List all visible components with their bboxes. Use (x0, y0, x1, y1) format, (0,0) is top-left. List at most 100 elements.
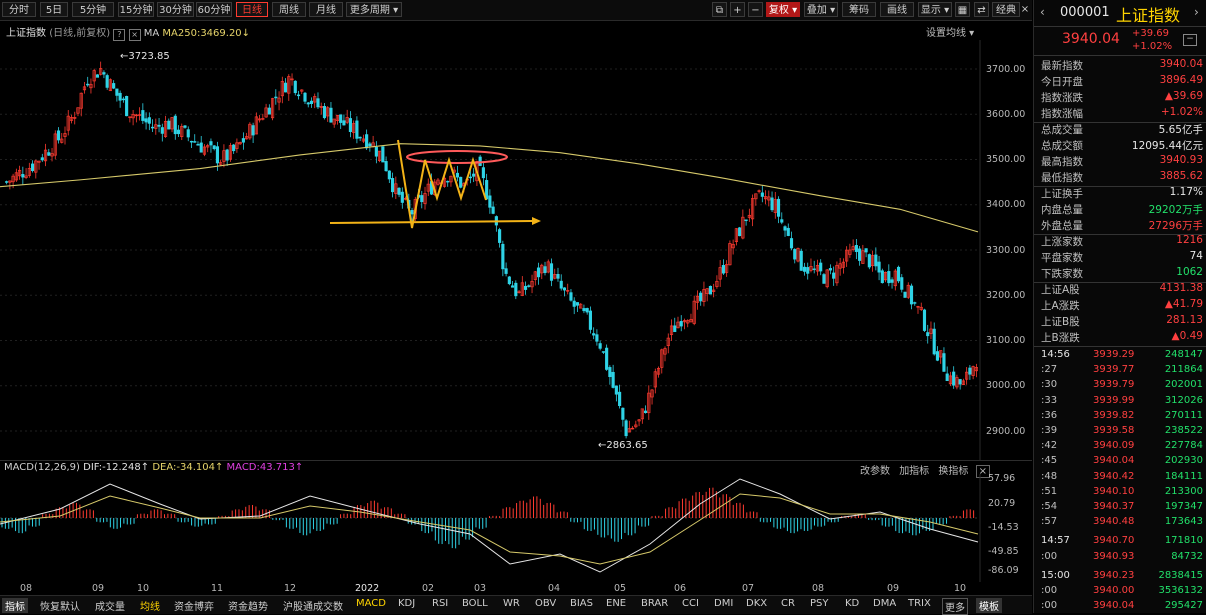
stat-value: 29202万手 (1148, 204, 1203, 216)
candle-body (880, 270, 884, 284)
tick-time: :42 (1041, 440, 1058, 452)
candle-body (896, 266, 901, 282)
candle-body (95, 74, 100, 78)
period-weekly-button[interactable]: 周线 (272, 2, 306, 17)
candlestick-chart[interactable] (0, 40, 1032, 460)
candle-body (147, 117, 151, 124)
tab-cci[interactable]: CCI (682, 598, 699, 609)
period-30min-button[interactable]: 30分钟 (157, 2, 194, 17)
stat-label: 今日开盘 (1041, 76, 1083, 88)
candle-body (400, 191, 404, 203)
candle-body (115, 88, 119, 96)
tab-template[interactable]: 模板 (976, 598, 1002, 613)
display-dropdown[interactable]: 显示 ▾ (918, 2, 952, 17)
tab-kdj[interactable]: KDJ (398, 598, 415, 609)
tab-more[interactable]: 更多 (942, 598, 968, 615)
candle-body (151, 126, 155, 129)
stat-value: ▲0.49 (1171, 330, 1203, 342)
tick-row: :30 3939.79 202001 (1041, 379, 1203, 394)
set-ma-dropdown[interactable]: 设置均线 ▾ (926, 24, 974, 39)
prev-index-icon[interactable]: ‹ (1040, 5, 1045, 19)
tick-time: :54 (1041, 501, 1058, 512)
layout-icon[interactable]: ▦ (955, 2, 970, 17)
tick-price: 3940.23 (1093, 569, 1135, 581)
period-5day-button[interactable]: 5日 (40, 2, 68, 17)
panel-divider (1034, 26, 1206, 27)
tab-dkx[interactable]: DKX (746, 598, 767, 609)
tab-ene[interactable]: ENE (606, 598, 626, 609)
tab-indicator[interactable]: 指标 (2, 598, 28, 613)
period-monthly-button[interactable]: 月线 (309, 2, 343, 17)
index-name-label: 上证指数 (6, 28, 46, 39)
candle-body (598, 343, 602, 349)
classic-view-button[interactable]: 经典 (992, 2, 1020, 17)
tab-dmi[interactable]: DMI (714, 598, 733, 609)
candle-body (420, 195, 424, 203)
candle-body (40, 157, 44, 161)
tab-boll[interactable]: BOLL (462, 598, 488, 609)
support-arrow-head (532, 217, 541, 225)
candle-body (309, 100, 314, 104)
candle-body (588, 310, 592, 330)
tab-fund-game[interactable]: 资金博弈 (174, 598, 214, 613)
candle-body (306, 102, 310, 105)
period-daily-button[interactable]: 日线 (236, 2, 268, 17)
tab-brar[interactable]: BRAR (641, 598, 668, 609)
macd-tick-label: -49.85 (988, 546, 1019, 557)
zoom-in-icon[interactable]: + (730, 2, 745, 17)
adjust-price-dropdown[interactable]: 复权 ▾ (766, 2, 800, 17)
candle-body (608, 367, 612, 378)
candle-body (251, 125, 255, 136)
x-tick-label: 11 (211, 583, 224, 594)
candle-body (793, 249, 797, 260)
switch-icon[interactable]: ⇄ (974, 2, 989, 17)
tab-volume[interactable]: 成交量 (95, 598, 125, 613)
tab-cr[interactable]: CR (781, 598, 795, 609)
period-5min-button[interactable]: 5分钟 (72, 2, 114, 17)
tick-time: :51 (1041, 485, 1058, 497)
macd-chart (0, 474, 981, 582)
more-periods-dropdown[interactable]: 更多周期 ▾ (346, 2, 402, 17)
candle-body (786, 227, 790, 236)
tab-ma[interactable]: 均线 (140, 598, 160, 613)
candle-body (283, 82, 288, 93)
draw-line-button[interactable]: 画线 (880, 2, 914, 17)
tab-kd[interactable]: KD (845, 598, 859, 609)
tab-bias[interactable]: BIAS (570, 598, 593, 609)
tab-wr[interactable]: WR (503, 598, 520, 609)
close-icon[interactable]: × (1019, 2, 1031, 17)
candle-body (611, 371, 615, 388)
index-code: 000001 (1060, 5, 1110, 20)
candle-body (112, 83, 116, 89)
tab-macd[interactable]: MACD (356, 598, 386, 609)
stat-row: 最新指数 3940.04 (1041, 58, 1203, 74)
period-60min-button[interactable]: 60分钟 (196, 2, 232, 17)
stat-label: 下跌家数 (1041, 268, 1083, 280)
period-intraday-button[interactable]: 分时 (2, 2, 36, 17)
candle-body (384, 161, 388, 172)
tab-restore-default[interactable]: 恢复默认 (40, 598, 80, 613)
period-15min-button[interactable]: 15分钟 (118, 2, 154, 17)
tick-row: :57 3940.48 173643 (1041, 516, 1203, 531)
copy-icon[interactable]: ⧉ (712, 2, 727, 17)
tab-obv[interactable]: OBV (535, 598, 556, 609)
zoom-out-icon[interactable]: − (748, 2, 763, 17)
tab-dma[interactable]: DMA (873, 598, 896, 609)
tick-row: :27 3939.77 211864 (1041, 364, 1203, 379)
tick-time: :30 (1041, 379, 1058, 391)
tab-rsi[interactable]: RSI (432, 598, 448, 609)
chips-button[interactable]: 筹码 (842, 2, 876, 17)
candle-body (822, 274, 826, 284)
next-index-icon[interactable]: › (1194, 5, 1199, 19)
overlay-dropdown[interactable]: 叠加 ▾ (804, 2, 838, 17)
tab-hk-connect[interactable]: 沪股通成交数 (283, 598, 343, 613)
tab-trix[interactable]: TRIX (908, 598, 931, 609)
tab-fund-trend[interactable]: 资金趋势 (228, 598, 268, 613)
stat-label: 最低指数 (1041, 172, 1083, 184)
candle-body (157, 124, 161, 127)
candle-body (481, 167, 485, 179)
candle-body (241, 138, 245, 143)
collapse-icon[interactable]: − (1183, 34, 1197, 46)
tab-psy[interactable]: PSY (810, 598, 829, 609)
x-tick-label: 08 (812, 583, 825, 594)
